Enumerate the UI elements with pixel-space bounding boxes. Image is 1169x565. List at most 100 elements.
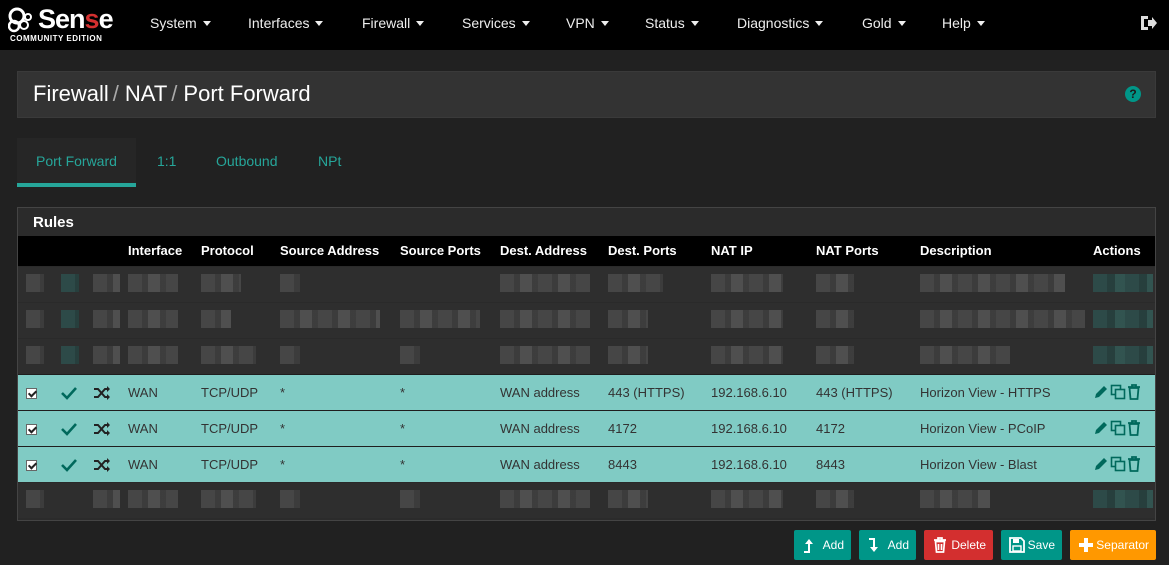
- cell-source-address: *: [272, 445, 392, 482]
- copy-icon[interactable]: [1110, 384, 1126, 400]
- rules-panel: Rules Interface Protocol Source Address …: [17, 207, 1156, 521]
- breadcrumb: Firewall / NAT / Port Forward: [33, 81, 311, 106]
- check-icon[interactable]: [61, 458, 77, 472]
- top-navbar: Sense COMMUNITY EDITION System Interface…: [0, 0, 1169, 50]
- copy-icon[interactable]: [1110, 420, 1126, 436]
- nav-diagnostics[interactable]: Diagnostics: [737, 0, 824, 50]
- nav-gold[interactable]: Gold: [862, 0, 906, 50]
- col-actions: Actions: [1085, 236, 1155, 266]
- row-select-checkbox[interactable]: [26, 423, 37, 435]
- breadcrumb-nat[interactable]: NAT: [125, 81, 167, 106]
- table-row[interactable]: WAN TCP/UDP * * WAN address 8443 192.168…: [18, 445, 1155, 482]
- nav-firewall[interactable]: Firewall: [362, 0, 425, 50]
- row-actions: [1085, 409, 1155, 446]
- help-icon[interactable]: ?: [1125, 86, 1141, 102]
- table-row-redacted: [18, 301, 1155, 338]
- breadcrumb-firewall[interactable]: Firewall: [33, 81, 109, 106]
- chevron-down-icon: [416, 21, 425, 26]
- col-protocol[interactable]: Protocol: [193, 236, 272, 266]
- trash-icon[interactable]: [1127, 456, 1141, 473]
- col-description[interactable]: Description: [912, 236, 1085, 266]
- cell-description: Horizon View - PCoIP: [912, 409, 1085, 446]
- shuffle-icon: [94, 385, 110, 400]
- col-interface[interactable]: Interface: [120, 236, 193, 266]
- table-row-redacted: [18, 481, 1155, 518]
- chevron-down-icon: [202, 21, 211, 26]
- cell-interface: WAN: [120, 409, 193, 446]
- nav-system[interactable]: System: [150, 0, 211, 50]
- row-actions: [1085, 445, 1155, 482]
- check-icon[interactable]: [61, 422, 77, 436]
- chevron-down-icon: [690, 21, 699, 26]
- col-nat-ip[interactable]: NAT IP: [703, 236, 808, 266]
- rules-title: Rules: [33, 214, 74, 231]
- row-actions: [1085, 373, 1155, 410]
- nav-help[interactable]: Help: [942, 0, 985, 50]
- cell-interface: WAN: [120, 445, 193, 482]
- shuffle-icon: [94, 457, 110, 472]
- shuffle-icon: [94, 421, 110, 436]
- col-dest-ports[interactable]: Dest. Ports: [600, 236, 703, 266]
- table-row[interactable]: WAN TCP/UDP * * WAN address 4172 192.168…: [18, 409, 1155, 446]
- breadcrumb-port-forward[interactable]: Port Forward: [183, 81, 310, 106]
- cell-description: Horizon View - Blast: [912, 445, 1085, 482]
- logout-icon[interactable]: [1139, 14, 1157, 32]
- nav-vpn[interactable]: VPN: [566, 0, 609, 50]
- pencil-icon[interactable]: [1093, 420, 1109, 436]
- nav-status[interactable]: Status: [645, 0, 699, 50]
- col-nat-ports[interactable]: NAT Ports: [808, 236, 912, 266]
- cell-protocol: TCP/UDP: [193, 445, 272, 482]
- table-row-redacted: [18, 265, 1155, 302]
- cell-nat-ports: 443 (HTTPS): [808, 373, 912, 410]
- cell-dest-ports: 8443: [600, 445, 703, 482]
- col-source-ports[interactable]: Source Ports: [392, 236, 492, 266]
- cell-dest-ports: 4172: [600, 409, 703, 446]
- table-header-row: Interface Protocol Source Address Source…: [18, 236, 1155, 266]
- col-source-address[interactable]: Source Address: [272, 236, 392, 266]
- cell-source-ports: *: [392, 373, 492, 410]
- logo-mark-icon: [8, 7, 32, 33]
- arrow-up-icon: [804, 539, 813, 553]
- cell-nat-ports: 4172: [808, 409, 912, 446]
- check-icon[interactable]: [61, 386, 77, 400]
- cell-dest-address: WAN address: [492, 409, 600, 446]
- cell-dest-address: WAN address: [492, 445, 600, 482]
- cell-description: Horizon View - HTTPS: [912, 373, 1085, 410]
- row-select-checkbox[interactable]: [26, 387, 37, 399]
- pencil-icon[interactable]: [1093, 384, 1109, 400]
- table-row[interactable]: WAN TCP/UDP * * WAN address 443 (HTTPS) …: [18, 373, 1155, 410]
- tab-one-to-one[interactable]: 1:1: [138, 138, 195, 187]
- save-icon: [1009, 537, 1025, 553]
- save-button[interactable]: Save: [1001, 530, 1062, 560]
- cell-source-ports: *: [392, 445, 492, 482]
- col-dest-address[interactable]: Dest. Address: [492, 236, 600, 266]
- cell-dest-ports: 443 (HTTPS): [600, 373, 703, 410]
- trash-icon[interactable]: [1127, 384, 1141, 401]
- plus-icon: [1079, 538, 1093, 552]
- cell-source-ports: *: [392, 409, 492, 446]
- brand-logo[interactable]: Sense COMMUNITY EDITION: [8, 4, 120, 45]
- copy-icon[interactable]: [1110, 456, 1126, 472]
- tab-port-forward[interactable]: Port Forward: [17, 138, 136, 187]
- delete-button[interactable]: Delete: [924, 530, 993, 560]
- cell-dest-address: WAN address: [492, 373, 600, 410]
- chevron-down-icon: [521, 21, 530, 26]
- add-top-button[interactable]: Add: [794, 530, 851, 560]
- brand-edition: COMMUNITY EDITION: [10, 34, 103, 43]
- chevron-down-icon: [976, 21, 985, 26]
- separator-button[interactable]: Separator: [1070, 530, 1156, 560]
- row-select-checkbox[interactable]: [26, 459, 37, 471]
- cell-nat-ip: 192.168.6.10: [703, 373, 808, 410]
- pencil-icon[interactable]: [1093, 456, 1109, 472]
- cell-nat-ip: 192.168.6.10: [703, 409, 808, 446]
- add-bottom-button[interactable]: Add: [859, 530, 916, 560]
- cell-source-address: *: [272, 409, 392, 446]
- cell-nat-ports: 8443: [808, 445, 912, 482]
- nav-interfaces[interactable]: Interfaces: [248, 0, 324, 50]
- nav-services[interactable]: Services: [462, 0, 530, 50]
- trash-icon[interactable]: [1127, 420, 1141, 437]
- brand-wordmark: Sense: [38, 4, 114, 34]
- tab-outbound[interactable]: Outbound: [197, 138, 297, 187]
- tab-npt[interactable]: NPt: [299, 138, 360, 187]
- chevron-down-icon: [897, 21, 906, 26]
